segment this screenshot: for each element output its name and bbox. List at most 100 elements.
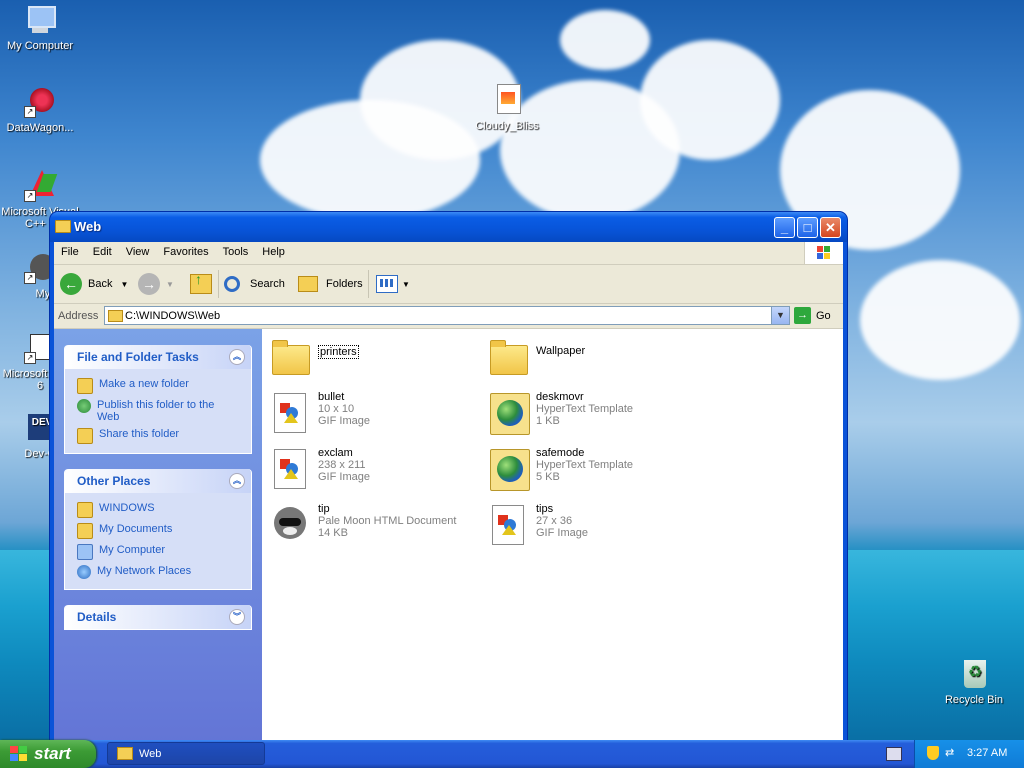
cloud-shape	[860, 260, 1020, 380]
menu-file[interactable]: File	[54, 242, 86, 258]
gif-image-icon	[270, 391, 310, 435]
file-item-exclam[interactable]: exclam 238 x 211 GIF Image	[270, 447, 370, 491]
task-publish-folder[interactable]: Publish this folder to the Web	[65, 396, 251, 425]
panel-header[interactable]: Details ︾	[65, 605, 251, 629]
menu-view[interactable]: View	[119, 242, 157, 258]
task-pane: File and Folder Tasks ︽ Make a new folde…	[54, 329, 262, 742]
panel-header[interactable]: Other Places ︽	[65, 469, 251, 493]
folder-icon	[117, 747, 133, 760]
up-folder-icon: ↑	[190, 271, 212, 294]
cloud-shape	[560, 10, 650, 70]
folder-icon	[55, 220, 71, 233]
windows-logo-icon	[10, 746, 28, 762]
start-button[interactable]: start	[0, 740, 96, 768]
back-button[interactable]: ← Back ▼	[60, 271, 128, 297]
file-item-printers[interactable]: printers	[270, 337, 359, 381]
hypertext-template-icon	[488, 447, 530, 491]
keyboard-icon[interactable]	[886, 747, 902, 761]
chevron-down-icon: ▼	[402, 279, 410, 289]
file-item-tips[interactable]: tips 27 x 36 GIF Image	[488, 503, 588, 547]
panel-title: Details	[77, 610, 117, 624]
place-my-computer[interactable]: My Computer	[65, 541, 251, 562]
expand-icon[interactable]: ︾	[229, 609, 245, 625]
toolbar-separator	[368, 270, 369, 298]
menu-favorites[interactable]: Favorites	[156, 242, 215, 258]
task-share-folder[interactable]: Share this folder	[65, 425, 251, 446]
window-title: Web	[74, 219, 102, 234]
file-item-bullet[interactable]: bullet 10 x 10 GIF Image	[270, 391, 370, 435]
details-panel: Details ︾	[64, 605, 252, 630]
go-button[interactable]: → Go	[794, 307, 831, 324]
search-button[interactable]: Search	[224, 271, 285, 297]
window-titlebar[interactable]: Web _ □ ✕	[50, 212, 847, 242]
file-folder-tasks-panel: File and Folder Tasks ︽ Make a new folde…	[64, 345, 252, 454]
toolbar-separator	[218, 270, 219, 298]
menu-tools[interactable]: Tools	[216, 242, 256, 258]
back-label: Back	[88, 278, 113, 290]
computer-icon	[24, 4, 56, 36]
address-bar: Address C:\WINDOWS\Web ▼ → Go	[54, 304, 843, 329]
task-make-new-folder[interactable]: Make a new folder	[65, 375, 251, 396]
system-tray: ⇄ 3:27 AM	[914, 740, 1024, 768]
security-shield-icon[interactable]	[927, 746, 939, 760]
minimize-icon: _	[780, 220, 789, 235]
taskbar-button-web[interactable]: Web	[107, 742, 265, 765]
menu-help[interactable]: Help	[255, 242, 292, 258]
file-item-deskmovr[interactable]: deskmovr HyperText Template 1 KB	[488, 391, 633, 435]
file-item-safemode[interactable]: safemode HyperText Template 5 KB	[488, 447, 633, 491]
gif-image-icon	[270, 447, 310, 491]
desktop-icon-my-computer[interactable]: My Computer	[0, 4, 80, 52]
place-windows[interactable]: WINDOWS	[65, 499, 251, 520]
forward-arrow-icon: →	[138, 273, 160, 295]
share-folder-icon	[77, 428, 93, 444]
address-value: C:\WINDOWS\Web	[125, 310, 221, 322]
cloud-shape	[260, 100, 480, 220]
close-button[interactable]: ✕	[820, 217, 841, 238]
maximize-icon: □	[803, 220, 812, 235]
other-places-panel: Other Places ︽ WINDOWS My Documents My C…	[64, 469, 252, 590]
folder-icon	[108, 310, 123, 322]
address-dropdown-button[interactable]: ▼	[771, 307, 789, 324]
folder-icon	[270, 337, 310, 381]
close-icon: ✕	[825, 220, 836, 235]
views-icon	[376, 275, 398, 293]
collapse-icon[interactable]: ︽	[229, 349, 245, 365]
datawagon-icon: ↗	[24, 86, 56, 118]
network-status-icon[interactable]: ⇄	[945, 746, 957, 760]
panel-header[interactable]: File and Folder Tasks ︽	[65, 345, 251, 369]
pale-moon-document-icon	[270, 503, 310, 547]
hypertext-template-icon	[488, 391, 530, 435]
address-label: Address	[58, 310, 99, 322]
address-input[interactable]: C:\WINDOWS\Web ▼	[104, 306, 790, 325]
window-body: File Edit View Favorites Tools Help ← Back ▼ …	[54, 242, 843, 742]
chevron-down-icon: ▼	[166, 279, 174, 289]
collapse-icon[interactable]: ︽	[229, 473, 245, 489]
desktop-icon-recycle-bin[interactable]: ♻ Recycle Bin	[934, 658, 1014, 706]
folders-label: Folders	[326, 278, 363, 290]
taskbar-button-label: Web	[139, 747, 162, 760]
place-my-network-places[interactable]: My Network Places	[65, 562, 251, 581]
windows-logo-icon	[804, 242, 843, 264]
folders-button[interactable]: Folders	[298, 271, 363, 297]
chevron-down-icon: ▼	[776, 310, 785, 320]
taskbar: start Web ⇄ 3:27 AM	[0, 740, 1024, 768]
new-folder-icon	[77, 378, 93, 394]
place-my-documents[interactable]: My Documents	[65, 520, 251, 541]
desktop-icon-cloudy-bliss[interactable]: Cloudy_Bliss	[467, 84, 547, 132]
network-icon	[77, 565, 91, 579]
up-folder-button[interactable]: ↑	[190, 271, 212, 297]
maximize-button[interactable]: □	[797, 217, 818, 238]
desktop-icon-datawagon[interactable]: ↗ DataWagon...	[0, 86, 80, 134]
image-file-icon	[491, 84, 523, 116]
minimize-button[interactable]: _	[774, 217, 795, 238]
recycle-bin-icon: ♻	[958, 658, 990, 690]
file-item-tip[interactable]: tip Pale Moon HTML Document 14 KB	[270, 503, 456, 547]
file-item-wallpaper[interactable]: Wallpaper	[488, 337, 585, 381]
menu-edit[interactable]: Edit	[86, 242, 119, 258]
gif-image-icon	[488, 503, 528, 547]
forward-button[interactable]: → ▼	[138, 271, 174, 297]
go-arrow-icon: →	[794, 307, 811, 324]
views-button[interactable]: ▼	[376, 271, 410, 297]
explorer-window: Web _ □ ✕ File Edit View Favorites Tools Help…	[50, 212, 847, 742]
clock[interactable]: 3:27 AM	[967, 747, 1007, 759]
